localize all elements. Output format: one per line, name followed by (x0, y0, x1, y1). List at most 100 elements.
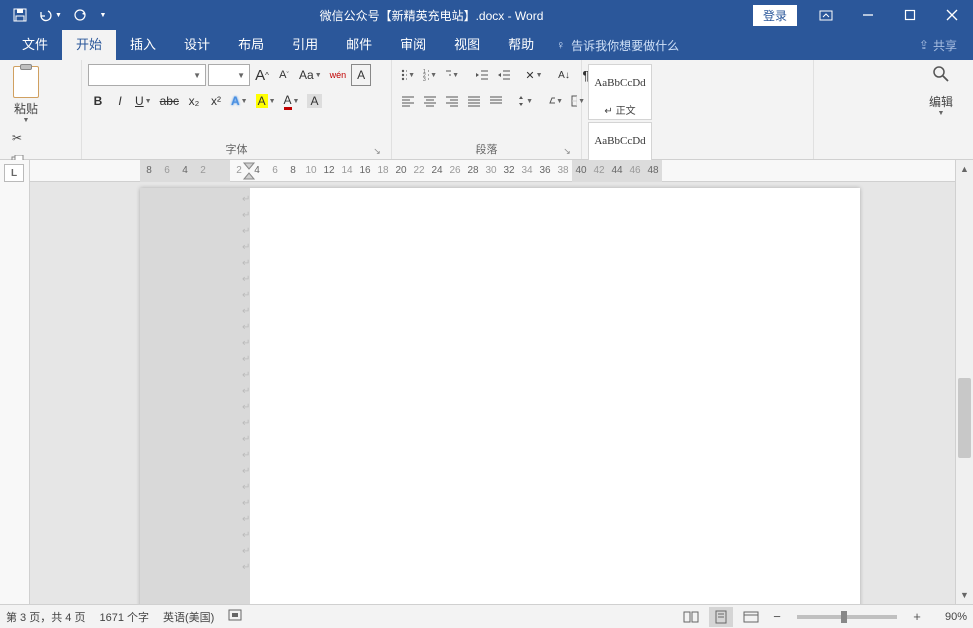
scroll-up-button[interactable]: ▲ (956, 160, 973, 178)
vertical-scrollbar[interactable]: ▲ ▼ (955, 160, 973, 604)
tab-mailings[interactable]: 邮件 (332, 30, 386, 60)
zoom-slider[interactable] (797, 615, 897, 619)
line-spacing-button[interactable]: ▼ (516, 90, 536, 112)
decrease-indent-button[interactable] (472, 64, 492, 86)
read-mode-button[interactable] (679, 607, 703, 627)
outdent-icon (475, 69, 489, 81)
share-button[interactable]: ⇪ 共享 (919, 37, 957, 54)
paste-button[interactable]: 粘贴 ▼ (6, 64, 46, 124)
tell-me-search[interactable]: ♀ 告诉我你想要做什么 (556, 37, 679, 54)
align-right-button[interactable] (442, 90, 462, 112)
bold-button[interactable]: B (88, 90, 108, 112)
status-bar: 第 3 页，共 4 页 1671 个字 英语(美国) − + 90% (0, 604, 973, 628)
strikethrough-button[interactable]: abc (157, 90, 182, 112)
distribute-button[interactable] (486, 90, 506, 112)
style-preview: AaBbCcDd (594, 65, 645, 100)
style-item-0[interactable]: AaBbCcDd↵ 正文 (588, 64, 652, 120)
zoom-thumb[interactable] (841, 611, 847, 623)
justify-button[interactable] (464, 90, 484, 112)
grow-font-button[interactable]: A^ (252, 64, 272, 86)
close-button[interactable] (931, 0, 973, 30)
zoom-level[interactable]: 90% (931, 611, 967, 623)
zoom-out-button[interactable]: − (769, 609, 785, 625)
window-controls: 登录 (753, 0, 973, 30)
tab-design[interactable]: 设计 (170, 30, 224, 60)
shrink-font-button[interactable]: Aˇ (274, 64, 294, 86)
cut-button[interactable]: ✂ (6, 128, 28, 148)
multilevel-button[interactable]: ▼ (442, 64, 462, 86)
horizontal-ruler[interactable]: 8642246810121416182022242628303234363840… (30, 160, 955, 182)
increase-indent-button[interactable] (494, 64, 514, 86)
subscript-button[interactable]: x₂ (184, 90, 204, 112)
ruler-tick: 46 (626, 160, 644, 182)
char-border-button[interactable]: A (351, 64, 371, 86)
indent-markers[interactable] (243, 162, 255, 183)
sort-button[interactable]: A↓ (554, 64, 574, 86)
align-center-button[interactable] (420, 90, 440, 112)
group-para-label: 段落 (476, 144, 498, 156)
web-layout-button[interactable] (739, 607, 763, 627)
find-icon (931, 64, 951, 89)
numbering-button[interactable]: 123▼ (420, 64, 440, 86)
shading-button[interactable]: ▼ (546, 90, 566, 112)
scroll-thumb[interactable] (958, 378, 971, 458)
highlight-button[interactable]: A▼ (253, 90, 279, 112)
login-button[interactable]: 登录 (753, 5, 797, 26)
ruler-tick: 38 (554, 160, 572, 182)
char-shading-button[interactable]: A (304, 90, 324, 112)
find-button[interactable]: 编辑 ▼ (919, 64, 963, 141)
text-effects-button[interactable]: A▼ (228, 90, 251, 112)
tell-me-label: 告诉我你想要做什么 (571, 37, 679, 54)
font-size-combo[interactable]: ▼ (208, 64, 250, 86)
status-wordcount[interactable]: 1671 个字 (99, 609, 149, 625)
ruler-tick: 26 (446, 160, 464, 182)
ruler-tick: 6 (158, 160, 176, 182)
ribbon-options-button[interactable] (805, 0, 847, 30)
italic-button[interactable]: I (110, 90, 130, 112)
tab-selector[interactable]: L (4, 164, 24, 182)
bucket-icon (549, 95, 555, 107)
tab-home[interactable]: 开始 (62, 30, 116, 60)
group-editing: 编辑 ▼ (913, 60, 973, 159)
share-icon: ⇪ (919, 38, 929, 52)
text-direction-button[interactable]: ✕▼ (524, 64, 544, 86)
tab-help[interactable]: 帮助 (494, 30, 548, 60)
status-language[interactable]: 英语(美国) (163, 609, 214, 625)
document-pane[interactable]: 8642246810121416182022242628303234363840… (30, 160, 955, 604)
redo-button[interactable] (66, 2, 94, 28)
tab-review[interactable]: 审阅 (386, 30, 440, 60)
tab-insert[interactable]: 插入 (116, 30, 170, 60)
font-name-combo[interactable]: ▼ (88, 64, 206, 86)
save-button[interactable] (6, 2, 34, 28)
tab-view[interactable]: 视图 (440, 30, 494, 60)
para-launcher[interactable]: ↘ (561, 146, 573, 158)
scissors-icon: ✂ (12, 131, 22, 145)
phonetic-guide-button[interactable]: wén (327, 64, 350, 86)
maximize-button[interactable] (889, 0, 931, 30)
tab-layout[interactable]: 布局 (224, 30, 278, 60)
status-page[interactable]: 第 3 页，共 4 页 (6, 609, 85, 625)
minimize-button[interactable] (847, 0, 889, 30)
font-launcher[interactable]: ↘ (371, 146, 383, 158)
qat-customize[interactable]: ▼ (96, 2, 110, 28)
tab-file[interactable]: 文件 (8, 30, 62, 60)
undo-button[interactable]: ▼ (36, 2, 64, 28)
change-case-button[interactable]: Aa▼ (296, 64, 325, 86)
zoom-in-button[interactable]: + (909, 609, 925, 625)
share-label: 共享 (933, 37, 957, 54)
print-layout-button[interactable] (709, 607, 733, 627)
group-spacer (814, 60, 913, 159)
ruler-tick: 2 (194, 160, 212, 182)
align-left-button[interactable] (398, 90, 418, 112)
tab-references[interactable]: 引用 (278, 30, 332, 60)
superscript-button[interactable]: x² (206, 90, 226, 112)
ruler-tick: 12 (320, 160, 338, 182)
ruler-tick: 4 (176, 160, 194, 182)
underline-button[interactable]: U▼ (132, 90, 155, 112)
font-color-button[interactable]: A▼ (281, 90, 303, 112)
scroll-down-button[interactable]: ▼ (956, 586, 973, 604)
bullets-button[interactable]: ▼ (398, 64, 418, 86)
scroll-track[interactable] (956, 178, 973, 586)
svg-text:3: 3 (423, 77, 426, 81)
page-canvas[interactable]: ↵↵↵↵↵↵↵↵↵↵↵↵↵↵↵↵↵↵↵↵↵↵↵↵ (140, 188, 860, 604)
